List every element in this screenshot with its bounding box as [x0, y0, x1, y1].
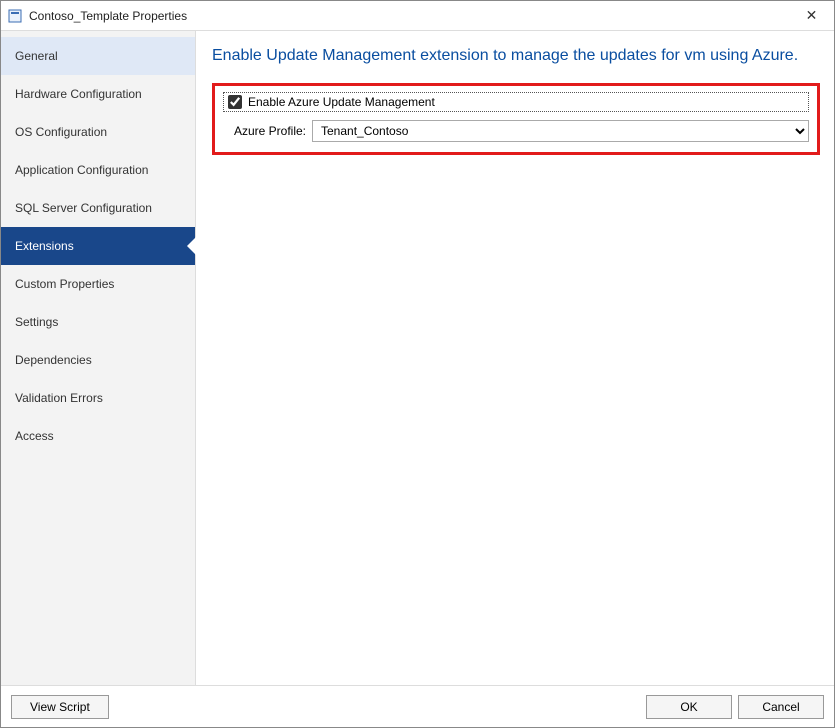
sidebar-item-label: Hardware Configuration — [15, 87, 142, 101]
sidebar-item-label: SQL Server Configuration — [15, 201, 152, 215]
sidebar-item-application-configuration[interactable]: Application Configuration — [1, 151, 195, 189]
sidebar-item-custom-properties[interactable]: Custom Properties — [1, 265, 195, 303]
sidebar-item-label: General — [15, 49, 58, 63]
sidebar-item-extensions[interactable]: Extensions — [1, 227, 195, 265]
sidebar: General Hardware Configuration OS Config… — [1, 31, 196, 685]
highlight-box: Enable Azure Update Management Azure Pro… — [212, 83, 820, 155]
view-script-button[interactable]: View Script — [11, 695, 109, 719]
app-icon — [7, 8, 23, 24]
titlebar: Contoso_Template Properties ✕ — [1, 1, 834, 31]
close-icon: ✕ — [806, 7, 818, 24]
sidebar-item-settings[interactable]: Settings — [1, 303, 195, 341]
sidebar-item-access[interactable]: Access — [1, 417, 195, 455]
azure-profile-label: Azure Profile: — [223, 124, 308, 138]
azure-profile-row: Azure Profile: Tenant_Contoso — [223, 120, 809, 142]
sidebar-item-label: Custom Properties — [15, 277, 114, 291]
sidebar-item-label: Validation Errors — [15, 391, 103, 405]
dialog-footer: View Script OK Cancel — [1, 685, 834, 727]
sidebar-item-label: Settings — [15, 315, 58, 329]
sidebar-item-label: Dependencies — [15, 353, 92, 367]
sidebar-item-label: Application Configuration — [15, 163, 148, 177]
sidebar-item-general[interactable]: General — [1, 37, 195, 75]
ok-button[interactable]: OK — [646, 695, 732, 719]
enable-update-management-label: Enable Azure Update Management — [248, 95, 435, 109]
close-button[interactable]: ✕ — [789, 1, 834, 31]
properties-dialog: Contoso_Template Properties ✕ General Ha… — [0, 0, 835, 728]
enable-update-management-row[interactable]: Enable Azure Update Management — [223, 92, 809, 112]
main-panel: Enable Update Management extension to ma… — [196, 31, 834, 685]
sidebar-item-label: Access — [15, 429, 54, 443]
azure-profile-select[interactable]: Tenant_Contoso — [312, 120, 809, 142]
window-title: Contoso_Template Properties — [29, 9, 187, 23]
page-heading: Enable Update Management extension to ma… — [212, 47, 820, 65]
sidebar-item-label: Extensions — [15, 239, 74, 253]
sidebar-item-os-configuration[interactable]: OS Configuration — [1, 113, 195, 151]
cancel-button[interactable]: Cancel — [738, 695, 824, 719]
sidebar-item-validation-errors[interactable]: Validation Errors — [1, 379, 195, 417]
sidebar-item-sql-server-configuration[interactable]: SQL Server Configuration — [1, 189, 195, 227]
sidebar-item-dependencies[interactable]: Dependencies — [1, 341, 195, 379]
enable-update-management-checkbox[interactable] — [228, 95, 242, 109]
sidebar-item-hardware-configuration[interactable]: Hardware Configuration — [1, 75, 195, 113]
sidebar-item-label: OS Configuration — [15, 125, 107, 139]
